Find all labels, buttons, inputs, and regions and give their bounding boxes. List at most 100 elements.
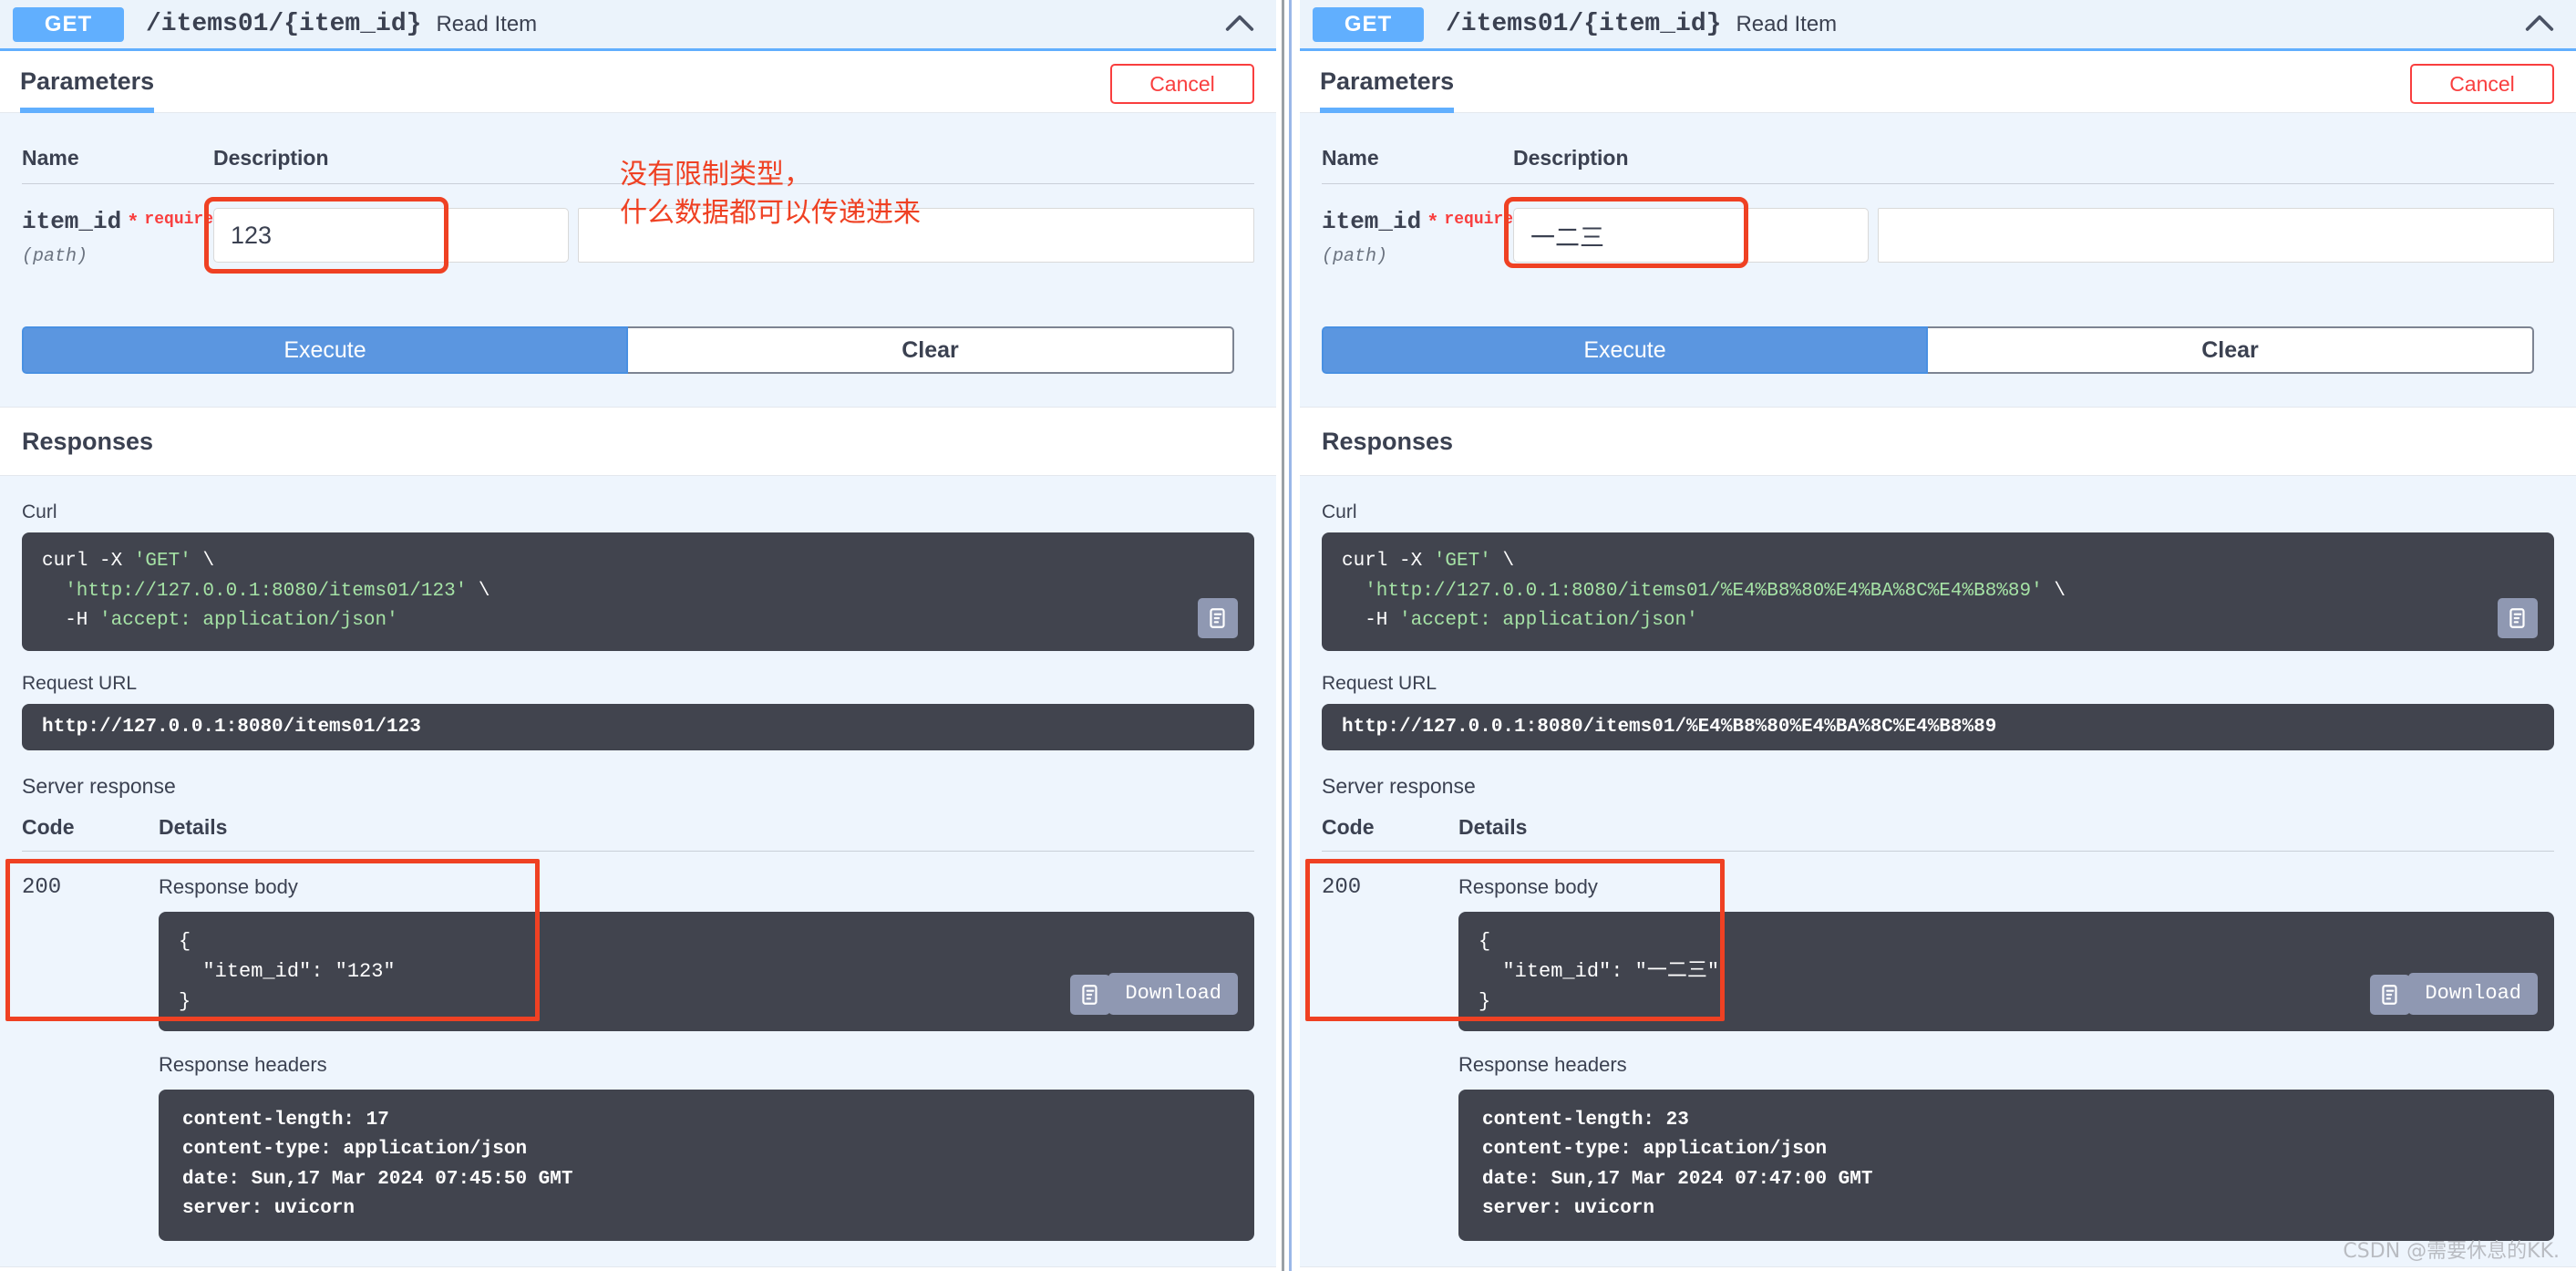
endpoint-path: /items01/{item_id} — [146, 10, 422, 38]
parameter-name-text: item_id — [22, 208, 122, 235]
response-details: Response body { "item_id": "123" } Downl… — [159, 875, 1254, 1241]
clipboard-copy-icon[interactable] — [2370, 974, 2410, 1015]
parameters-heading: Parameters — [1320, 67, 1455, 113]
curl-line2-suffix: \ — [467, 580, 490, 602]
response-status-code: 200 — [22, 874, 62, 900]
curl-url: 'http://127.0.0.1:8080/items01/123' — [42, 580, 468, 602]
required-star-icon: * — [1427, 212, 1439, 234]
clear-button[interactable]: Clear — [1928, 326, 2534, 374]
response-body-label: Response body — [1458, 874, 1598, 898]
opblock-header-left[interactable]: GET /items01/{item_id} Read Item — [0, 0, 1276, 51]
screenshot-root: GET /items01/{item_id} Read Item Paramet… — [0, 0, 2576, 1271]
responses-heading-left: Responses — [0, 407, 1276, 476]
response-headers-block: content-length: 23 content-type: applica… — [1458, 1089, 2554, 1241]
clipboard-copy-icon[interactable] — [1198, 597, 1238, 638]
curl-line2-suffix: \ — [2042, 580, 2066, 602]
curl-header-flag: -H — [1342, 610, 1400, 632]
required-label: required — [1444, 211, 1523, 229]
server-response-label: Server response — [22, 773, 176, 798]
response-headers-block: content-length: 17 content-type: applica… — [159, 1089, 1254, 1241]
column-header-details: Details — [159, 814, 228, 839]
parameter-name-cell: item_id * required (path) — [1322, 208, 1523, 294]
bottom-responses-heading-left: Responses — [0, 1266, 1276, 1271]
opblock-header-right[interactable]: GET /items01/{item_id} Read Item — [1300, 0, 2576, 51]
curl-prefix: curl -X — [1342, 551, 1434, 572]
column-header-details: Details — [1458, 814, 1528, 839]
server-response-row: 200 Response body { "item_id": "123" } D… — [5, 852, 1254, 1241]
bottom-responses-heading-right: Responses — [1300, 1266, 2576, 1271]
curl-method: 'GET' — [1433, 551, 1491, 572]
responses-body-left: Curl curl -X 'GET' \ 'http://127.0.0.1:8… — [0, 476, 1276, 1266]
parameters-bar-left: Parameters Cancel — [0, 51, 1276, 113]
parameter-name: item_id * required — [1322, 208, 1523, 235]
curl-header-value: 'accept: application/json' — [99, 610, 398, 632]
execute-button[interactable]: Execute — [1322, 326, 1928, 374]
column-header-description: Description — [1513, 146, 1629, 170]
parameter-input-cell — [1513, 208, 2554, 294]
csdn-watermark: CSDN @需要休息的KK. — [2343, 1240, 2560, 1263]
responses-heading-right: Responses — [1300, 407, 2576, 476]
parameter-name-text: item_id — [1322, 208, 1422, 235]
swagger-opblock-panel-right: GET /items01/{item_id} Read Item Paramet… — [1300, 0, 2576, 1271]
column-header-code: Code — [1322, 814, 1375, 839]
download-button[interactable]: Download — [2408, 972, 2538, 1015]
parameters-table-header: Name Description — [1322, 113, 2554, 184]
chevron-up-icon[interactable] — [1216, 1, 1263, 48]
request-url-label: Request URL — [22, 672, 138, 694]
parameters-body-right: Name Description item_id * required (path)… — [1300, 113, 2576, 407]
response-body-block: { "item_id": "一二三" } Download — [1458, 911, 2554, 1031]
execute-clear-row-left: Execute Clear — [22, 326, 1254, 407]
curl-label: Curl — [22, 501, 57, 522]
parameter-location: (path) — [22, 246, 88, 267]
execute-button[interactable]: Execute — [22, 326, 628, 374]
server-response-row: 200 Response body { "item_id": "一二三" } D… — [1305, 852, 2554, 1241]
required-label: required — [144, 211, 223, 229]
annotation-text-line2: 什么数据都可以传递进来 — [620, 197, 921, 229]
response-body-label: Response body — [159, 874, 298, 898]
cancel-button[interactable]: Cancel — [2410, 64, 2554, 104]
server-response-table-header: Code Details — [22, 815, 1254, 852]
response-details: Response body { "item_id": "一二三" } Downl… — [1458, 875, 2554, 1241]
response-body-block: { "item_id": "123" } Download — [159, 911, 1254, 1031]
response-status-code: 200 — [1322, 874, 1362, 900]
parameters-heading: Parameters — [20, 67, 155, 113]
curl-header-flag: -H — [42, 610, 100, 632]
cancel-button[interactable]: Cancel — [1110, 64, 1254, 104]
http-method-badge: GET — [13, 6, 124, 42]
required-star-icon: * — [127, 212, 139, 234]
column-header-description: Description — [213, 146, 329, 170]
curl-code-block: curl -X 'GET' \ 'http://127.0.0.1:8080/i… — [22, 532, 1254, 651]
parameters-bar-right: Parameters Cancel — [1300, 51, 2576, 113]
parameter-name-cell: item_id * required (path) — [22, 208, 223, 294]
curl-method: 'GET' — [133, 551, 191, 572]
chevron-up-icon[interactable] — [2516, 1, 2563, 48]
clipboard-copy-icon[interactable] — [2498, 597, 2538, 638]
curl-label: Curl — [1322, 501, 1357, 522]
response-body-text: { "item_id": "一二三" } — [1479, 929, 1720, 1013]
clear-button[interactable]: Clear — [628, 326, 1234, 374]
parameter-row: item_id * required (path) — [1322, 184, 2554, 294]
clipboard-copy-icon[interactable] — [1070, 974, 1110, 1015]
request-url-value: http://127.0.0.1:8080/items01/123 — [22, 703, 1254, 750]
item-id-input[interactable] — [1513, 208, 1869, 263]
server-response-table-header: Code Details — [1322, 815, 2554, 852]
annotation-text-line1: 没有限制类型， — [620, 159, 811, 191]
item-id-input[interactable] — [213, 208, 569, 263]
execute-clear-row-right: Execute Clear — [1322, 326, 2554, 407]
column-header-code: Code — [22, 814, 75, 839]
endpoint-summary: Read Item — [436, 11, 538, 36]
response-headers-label: Response headers — [159, 1052, 327, 1076]
curl-code-block: curl -X 'GET' \ 'http://127.0.0.1:8080/i… — [1322, 532, 2554, 651]
curl-url: 'http://127.0.0.1:8080/items01/%E4%B8%80… — [1342, 580, 2043, 602]
column-header-name: Name — [1322, 146, 1379, 170]
parameter-name: item_id * required — [22, 208, 223, 235]
endpoint-path: /items01/{item_id} — [1446, 10, 1722, 38]
curl-line1-suffix: \ — [1490, 551, 1515, 572]
curl-header-value: 'accept: application/json' — [1399, 610, 1698, 632]
download-button[interactable]: Download — [1108, 972, 1238, 1015]
response-headers-label: Response headers — [1458, 1052, 1627, 1076]
panel-divider — [1276, 0, 1300, 1271]
http-method-badge: GET — [1313, 6, 1424, 42]
responses-body-right: Curl curl -X 'GET' \ 'http://127.0.0.1:8… — [1300, 476, 2576, 1266]
response-body-text: { "item_id": "123" } — [179, 929, 396, 1013]
